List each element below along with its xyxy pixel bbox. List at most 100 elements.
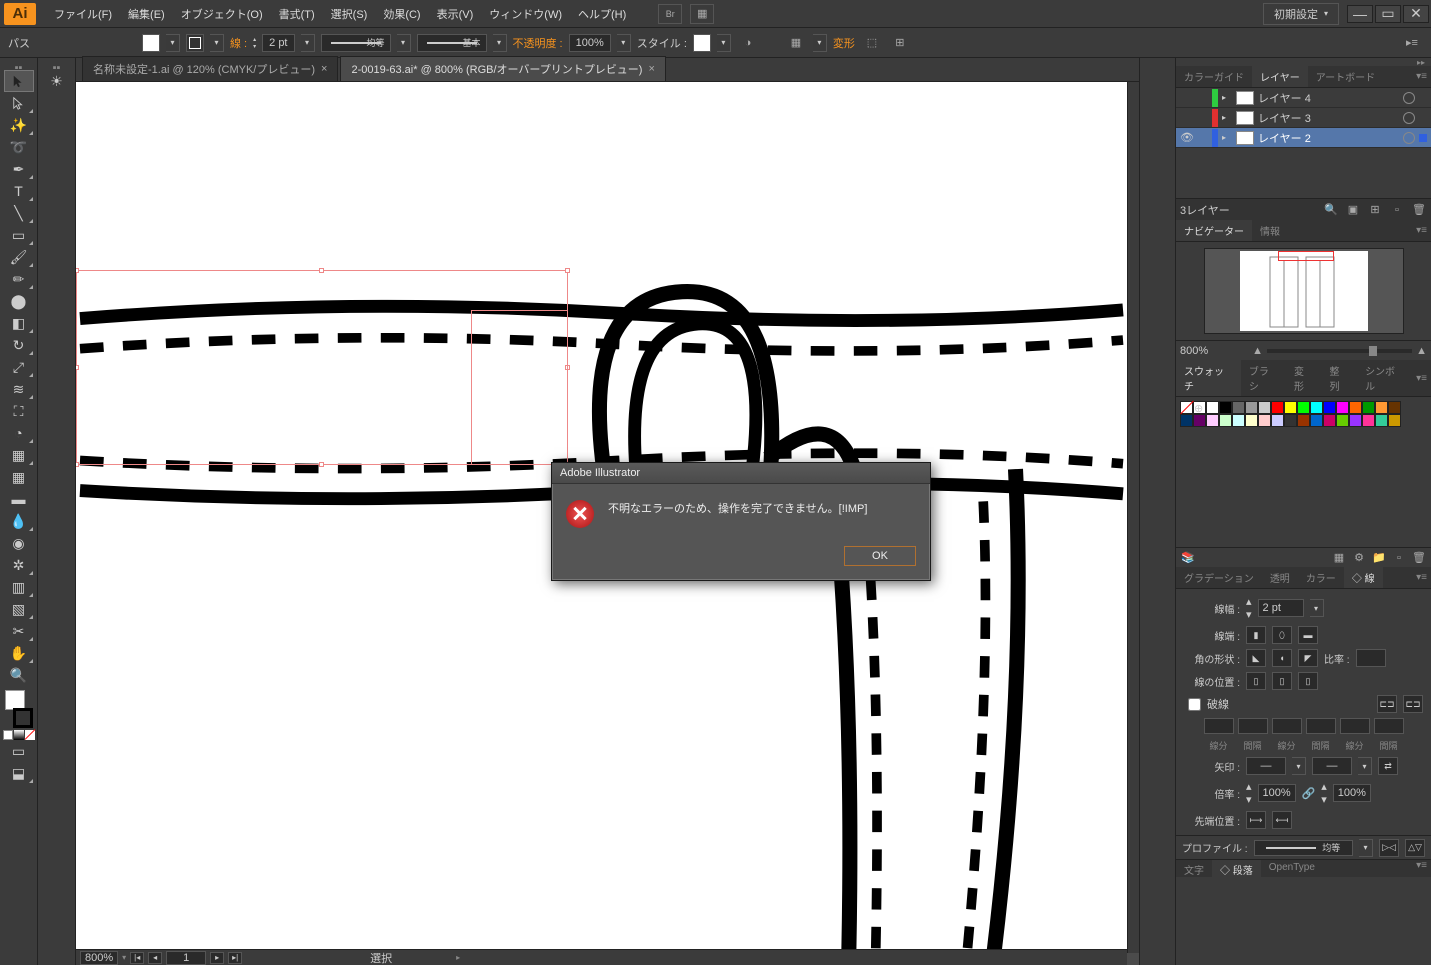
show-swatch-kinds-icon[interactable]: ▦ xyxy=(1331,550,1347,566)
menu-object[interactable]: オブジェクト(O) xyxy=(173,2,271,26)
swatch[interactable] xyxy=(1284,401,1297,414)
stroke-weight-dropdown[interactable] xyxy=(301,34,315,52)
swatch[interactable] xyxy=(1232,401,1245,414)
swatch-libraries-icon[interactable]: 📚 xyxy=(1180,550,1196,566)
stroke-weight-input[interactable]: 2 pt xyxy=(1258,599,1304,617)
direct-selection-tool[interactable] xyxy=(4,92,34,114)
swatch[interactable] xyxy=(1258,414,1271,427)
miter-limit-input[interactable] xyxy=(1356,649,1386,667)
tab-colorguide[interactable]: カラーガイド xyxy=(1176,66,1252,87)
arrow-extend-icon[interactable]: ⟼ xyxy=(1246,811,1266,829)
swatch[interactable] xyxy=(1323,414,1336,427)
menu-help[interactable]: ヘルプ(H) xyxy=(570,2,634,26)
tab-swatches[interactable]: スウォッチ xyxy=(1176,360,1241,396)
window-maximize[interactable]: ▭ xyxy=(1375,5,1401,23)
stroke-profile-dropdown[interactable] xyxy=(397,34,411,52)
fill-indicator[interactable] xyxy=(5,690,25,710)
dash-1-input[interactable] xyxy=(1204,718,1234,734)
profile-dropdown[interactable]: 均等 xyxy=(1254,840,1353,856)
artboard-tool[interactable]: ▧ xyxy=(4,598,34,620)
tab-gradient[interactable]: グラデーション xyxy=(1176,567,1262,588)
fill-swatch[interactable] xyxy=(142,34,160,52)
menu-view[interactable]: 表示(V) xyxy=(429,2,482,26)
stroke-swatch[interactable] xyxy=(186,34,204,52)
menu-type[interactable]: 書式(T) xyxy=(271,2,323,26)
profile-menu[interactable] xyxy=(1359,839,1373,857)
arrow-scale-start[interactable]: 100% xyxy=(1258,784,1296,802)
canvas-viewport[interactable]: 800% ▾ |◂ ◂ 1 ▸ ▸| 選択 ▸ Adobe Illustrato… xyxy=(76,82,1139,965)
swatch[interactable] xyxy=(1219,401,1232,414)
delete-layer-icon[interactable]: 🗑 xyxy=(1411,202,1427,218)
window-close[interactable]: ✕ xyxy=(1403,5,1429,23)
stroke-dropdown[interactable] xyxy=(210,34,224,52)
corner-bevel[interactable]: ◤ xyxy=(1298,649,1318,667)
gap-3-input[interactable] xyxy=(1374,718,1404,734)
menu-select[interactable]: 選択(S) xyxy=(323,2,376,26)
rectangle-tool[interactable]: ▭ xyxy=(4,224,34,246)
target-icon[interactable] xyxy=(1403,132,1415,144)
tools-grip[interactable]: ▪▪ xyxy=(0,62,37,70)
eraser-tool[interactable]: ◧ xyxy=(4,312,34,334)
tab-opentype[interactable]: OpenType xyxy=(1261,860,1323,877)
swatch[interactable] xyxy=(1297,414,1310,427)
swatch[interactable] xyxy=(1336,414,1349,427)
workspace-switcher[interactable]: 初期設定▾ xyxy=(1263,3,1339,25)
align-outside[interactable]: ▯ xyxy=(1298,672,1318,690)
screen-mode-normal[interactable]: ▭ xyxy=(4,740,34,762)
gap-2-input[interactable] xyxy=(1306,718,1336,734)
color-mode-none[interactable] xyxy=(25,730,35,740)
artboard-number-field[interactable]: 1 xyxy=(166,951,206,965)
swatch[interactable] xyxy=(1284,414,1297,427)
expand-icon[interactable]: ▸ xyxy=(1222,93,1232,102)
first-artboard-button[interactable]: |◂ xyxy=(130,952,144,964)
layer-row-2[interactable]: 👁 ▸ レイヤー 2 xyxy=(1176,128,1431,148)
target-icon[interactable] xyxy=(1403,92,1415,104)
sun-icon[interactable]: ☀ xyxy=(42,70,72,92)
layer-name[interactable]: レイヤー 4 xyxy=(1258,90,1311,106)
selection-tool[interactable] xyxy=(4,70,34,92)
dash-align-icon[interactable]: ⊏⊐ xyxy=(1403,695,1423,713)
blend-tool[interactable]: ◉ xyxy=(4,532,34,554)
swatch[interactable] xyxy=(1375,414,1388,427)
tab-info[interactable]: 情報 xyxy=(1252,220,1288,241)
dash-2-input[interactable] xyxy=(1272,718,1302,734)
menu-file[interactable]: ファイル(F) xyxy=(46,2,120,26)
stroke-indicator[interactable] xyxy=(13,708,33,728)
transform-link[interactable]: 変形 xyxy=(833,35,855,51)
zoom-in-icon[interactable]: ▲ xyxy=(1416,345,1427,357)
selection-bounding-box-inner[interactable] xyxy=(471,310,568,465)
layer-name[interactable]: レイヤー 3 xyxy=(1258,110,1311,126)
secondary-grip[interactable]: ▪▪ xyxy=(38,62,75,70)
swatch[interactable] xyxy=(1362,401,1375,414)
document-tab-1[interactable]: 名称未設定-1.ai @ 120% (CMYK/プレビュー)× xyxy=(82,56,338,81)
stroke-profile-preview[interactable]: 均等 xyxy=(321,34,391,52)
cap-butt[interactable]: ▮ xyxy=(1246,626,1266,644)
corner-miter[interactable]: ◣ xyxy=(1246,649,1266,667)
controlbar-menu-icon[interactable]: ▸≡ xyxy=(1401,32,1423,54)
new-layer-icon[interactable]: ▫ xyxy=(1389,202,1405,218)
brush-preview[interactable]: 基本 xyxy=(417,34,487,52)
rotate-tool[interactable]: ↻ xyxy=(4,334,34,356)
swatch[interactable] xyxy=(1206,414,1219,427)
delete-swatch-icon[interactable]: 🗑 xyxy=(1411,550,1427,566)
swatch-options-icon[interactable]: ⚙ xyxy=(1351,550,1367,566)
stroke-weight-menu[interactable] xyxy=(1310,599,1324,617)
dialog-title[interactable]: Adobe Illustrator xyxy=(552,463,930,484)
link-scale-icon[interactable]: 🔗 xyxy=(1302,787,1316,800)
opacity-link[interactable]: 不透明度 : xyxy=(513,35,563,51)
type-tool[interactable]: T xyxy=(4,180,34,202)
slice-tool[interactable]: ✂ xyxy=(4,620,34,642)
swatch[interactable] xyxy=(1310,401,1323,414)
swatch[interactable] xyxy=(1271,414,1284,427)
layer-row-3[interactable]: ▸ レイヤー 3 xyxy=(1176,108,1431,128)
paintbrush-tool[interactable]: 🖌 xyxy=(4,246,34,268)
swatch[interactable] xyxy=(1193,414,1206,427)
opacity-field[interactable]: 100% xyxy=(569,34,611,52)
align-inside[interactable]: ▯ xyxy=(1272,672,1292,690)
new-color-group-icon[interactable]: 📁 xyxy=(1371,550,1387,566)
make-clipping-mask-icon[interactable]: ▣ xyxy=(1345,202,1361,218)
arrow-start-menu[interactable] xyxy=(1292,757,1306,775)
swatch[interactable] xyxy=(1297,401,1310,414)
dock-collapse-button[interactable]: ▸▸ xyxy=(1176,58,1431,66)
dash-preserve-icon[interactable]: ⊏⊐ xyxy=(1377,695,1397,713)
